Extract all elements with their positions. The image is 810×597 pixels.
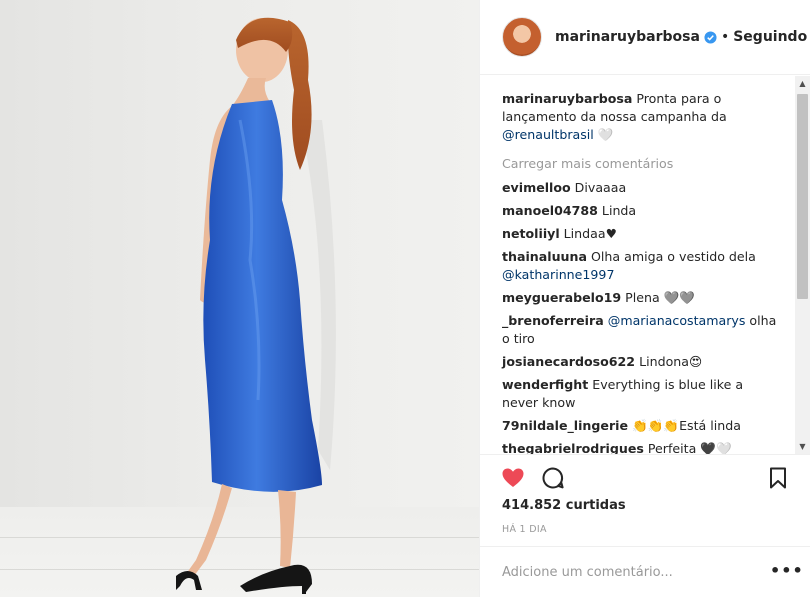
scroll-up-arrow-icon[interactable]: ▲ (795, 76, 810, 91)
post-photo[interactable] (0, 0, 479, 597)
comment: evimelloo Divaaaa (502, 179, 781, 197)
separator-dot: • (720, 29, 730, 45)
comment-username[interactable]: thainaluuna (502, 249, 587, 264)
comment: 79nildale_lingerie 👏👏👏Está linda (502, 417, 781, 435)
comment: wenderfight Everything is blue like a ne… (502, 376, 781, 412)
comments-scrollbar[interactable]: ▲ ▼ (795, 76, 810, 454)
scrollbar-thumb[interactable] (797, 94, 808, 299)
comment: netoliiyl Lindaa♥ (502, 225, 781, 243)
comment-text: Lindona😍 (635, 354, 703, 369)
like-count[interactable]: 414.852 curtidas (502, 498, 626, 513)
action-bar (480, 454, 810, 499)
comment: thainaluuna Olha amiga o vestido dela @k… (502, 248, 781, 284)
comment: manoel04788 Linda (502, 202, 781, 220)
mention-link[interactable]: @renaultbrasil (502, 127, 594, 142)
comment: meyguerabelo19 Plena 🩶🩶 (502, 289, 781, 307)
comment-username[interactable]: josianecardoso622 (502, 354, 635, 369)
comment-bubble-icon[interactable] (541, 466, 565, 490)
comment-text: Olha amiga o vestido dela (586, 249, 756, 264)
verified-badge-icon (704, 30, 717, 44)
comment: thegabrielrodrigues Perfeita 🖤🤍 (502, 440, 781, 454)
comment-username[interactable]: wenderfight (502, 377, 588, 392)
avatar[interactable] (502, 17, 542, 57)
comments-list[interactable]: marinaruybarbosa Pronta para o lançament… (480, 76, 810, 454)
comment-username[interactable]: 79nildale_lingerie (502, 418, 628, 433)
post-timestamp[interactable]: HÁ 1 DIA (502, 524, 547, 535)
comment-text: 👏👏👏Está linda (628, 418, 741, 433)
comment-text: Lindaa♥ (559, 226, 617, 241)
comment-username[interactable]: meyguerabelo19 (502, 290, 621, 305)
comment: josianecardoso622 Lindona😍 (502, 353, 781, 371)
comment-text: 🤍 (593, 127, 614, 142)
caption: marinaruybarbosa Pronta para o lançament… (502, 90, 781, 144)
mention-link[interactable]: @marianacostamarys (608, 313, 746, 328)
post-side-panel: marinaruybarbosa • Seguindo marinaruybar… (479, 0, 810, 597)
scroll-down-arrow-icon[interactable]: ▼ (795, 439, 810, 454)
woman-in-blue-dress-illustration (176, 17, 336, 594)
comment-username[interactable]: _brenoferreira (502, 313, 604, 328)
bookmark-icon[interactable] (766, 466, 790, 490)
comment-username[interactable]: netoliiyl (502, 226, 560, 241)
comment: _brenoferreira @marianacostamarys olha o… (502, 312, 781, 348)
comment-username[interactable]: evimelloo (502, 180, 571, 195)
post-header: marinaruybarbosa • Seguindo (480, 0, 810, 75)
comment-input[interactable] (502, 561, 752, 583)
comment-text: Perfeita 🖤🤍 (643, 441, 732, 454)
add-comment-section: ••• (480, 546, 810, 597)
comment-username[interactable]: manoel04788 (502, 203, 598, 218)
comment-text: Linda (597, 203, 637, 218)
header-username[interactable]: marinaruybarbosa (555, 29, 700, 45)
comment-username[interactable]: marinaruybarbosa (502, 91, 632, 106)
comment-username[interactable]: thegabrielrodrigues (502, 441, 644, 454)
comment-text: Divaaaa (570, 180, 627, 195)
mention-link[interactable]: @katharinne1997 (502, 267, 614, 282)
heart-filled-icon[interactable] (501, 466, 525, 490)
comment-text: Plena 🩶🩶 (621, 290, 696, 305)
load-more-comments-button[interactable]: Carregar mais comentários (502, 156, 781, 171)
follow-status-button[interactable]: Seguindo (733, 29, 807, 45)
more-options-icon[interactable]: ••• (770, 561, 804, 580)
